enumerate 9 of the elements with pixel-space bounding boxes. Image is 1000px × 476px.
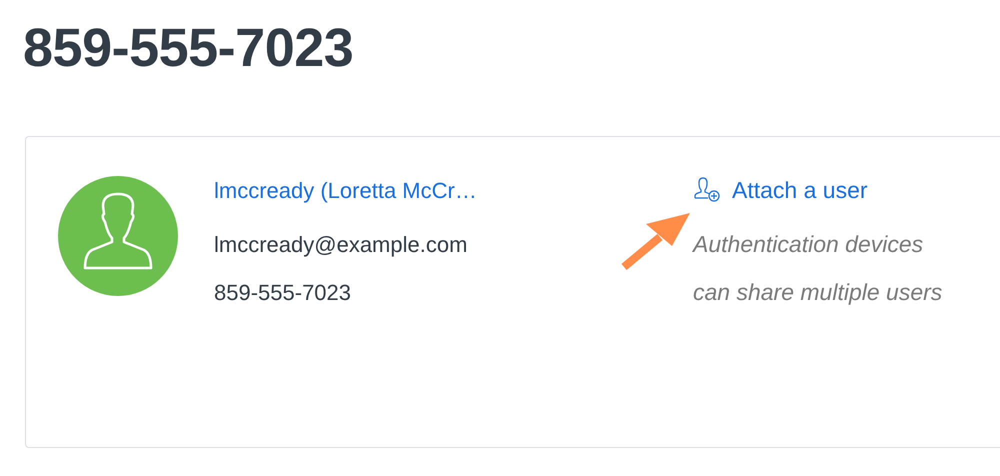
help-text: Authentication devices can share multiple users	[693, 230, 943, 307]
user-link[interactable]: lmccready (Loretta McCr…	[214, 177, 477, 205]
add-user-icon	[693, 176, 722, 204]
user-email: lmccready@example.com	[214, 231, 468, 259]
page-title: 859-555-7023	[23, 17, 354, 80]
user-phone: 859-555-7023	[214, 279, 352, 307]
avatar-icon	[58, 176, 178, 296]
pointer-arrow	[620, 210, 692, 270]
attach-user-link[interactable]: Attach a user	[693, 172, 993, 208]
